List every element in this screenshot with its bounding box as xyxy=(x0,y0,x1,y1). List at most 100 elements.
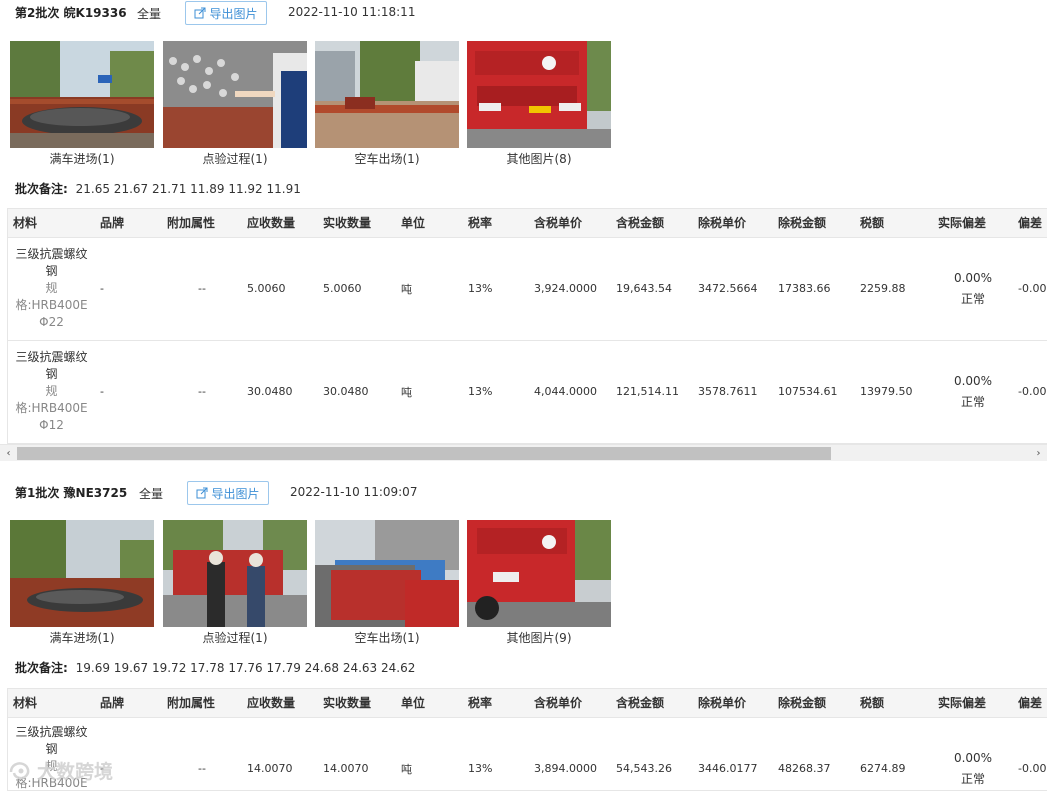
tax-cell: 13979.50 xyxy=(855,340,933,443)
photo-caption: 满车进场(1) xyxy=(49,152,115,166)
amount-net-cell: 17383.66 xyxy=(773,237,855,341)
column-header: 税额 xyxy=(855,209,933,238)
watermark-logo-icon xyxy=(9,761,30,779)
photo-empty-truck-exit[interactable]: 空车出场(1) xyxy=(315,520,459,646)
column-header: 品牌 xyxy=(95,209,162,238)
photo-other[interactable]: 其他图片(9) xyxy=(467,520,611,646)
remark-value: 21.65 21.67 21.71 11.89 11.92 11.91 xyxy=(75,182,301,196)
material-cell: 三级抗震螺纹钢 规格:HRB400E Φ22 xyxy=(8,237,95,341)
column-header: 材料 xyxy=(8,689,95,718)
photo-thumbnail[interactable] xyxy=(163,41,307,148)
watermark: 大数跨境 xyxy=(8,757,113,784)
material-name: 三级抗震螺纹钢 xyxy=(15,247,88,278)
photo-inspection-process[interactable]: 点验过程(1) xyxy=(163,41,307,167)
batch-remark: 批次备注: 19.69 19.67 19.72 17.78 17.76 17.7… xyxy=(15,659,415,676)
export-images-label: 导出图片 xyxy=(209,6,258,21)
batch-title: 第1批次 豫NE3725 xyxy=(15,485,128,500)
export-icon xyxy=(196,487,208,499)
tax-cell: 2259.88 xyxy=(855,237,933,341)
column-header: 实际偏差 xyxy=(933,209,1013,238)
column-header: 含税金额 xyxy=(611,689,693,718)
photo-inspection-process[interactable]: 点验过程(1) xyxy=(163,520,307,646)
attr-cell: -- xyxy=(162,237,242,341)
batch-time: 2022-11-10 11:18:11 xyxy=(288,5,416,19)
column-header: 单位 xyxy=(396,209,463,238)
photo-thumbnail[interactable] xyxy=(10,520,154,627)
amount-tax-cell: 121,514.11 xyxy=(611,340,693,443)
due-qty-cell: 14.0070 xyxy=(242,717,318,790)
column-header: 税额 xyxy=(855,689,933,718)
export-images-button[interactable]: 导出图片 xyxy=(185,1,267,25)
batch-header: 第2批次 皖K19336 xyxy=(15,0,127,24)
tax-rate-cell: 13% xyxy=(463,237,529,341)
scroll-right-icon[interactable]: › xyxy=(1030,445,1047,462)
recv-qty-cell: 30.0480 xyxy=(318,340,396,443)
photo-other[interactable]: 其他图片(8) xyxy=(467,41,611,167)
batch-time: 2022-11-10 11:09:07 xyxy=(290,485,418,499)
table-row: 三级抗震螺纹钢 规格:HRB400E Φ22 - -- 5.0060 5.0060… xyxy=(8,237,1047,341)
amount-net-cell: 48268.37 xyxy=(773,717,855,790)
photo-caption: 点验过程(1) xyxy=(202,631,268,645)
price-tax-cell: 3,894.0000 xyxy=(529,717,611,790)
amount-tax-cell: 54,543.26 xyxy=(611,717,693,790)
column-header: 应收数量 xyxy=(242,689,318,718)
photo-thumbnail[interactable] xyxy=(467,41,611,148)
brand-cell: - xyxy=(95,340,162,443)
export-icon xyxy=(194,7,206,19)
due-qty-cell: 30.0480 xyxy=(242,340,318,443)
photo-thumbnail[interactable] xyxy=(163,520,307,627)
deviation-percent: 0.00% xyxy=(953,270,993,285)
column-header: 材料 xyxy=(8,209,95,238)
tax-rate-cell: 13% xyxy=(463,340,529,443)
deviation-status: 正常 xyxy=(960,291,985,306)
tax-cell: 6274.89 xyxy=(855,717,933,790)
attr-cell: -- xyxy=(162,717,242,790)
photo-caption: 点验过程(1) xyxy=(202,152,268,166)
column-header: 实收数量 xyxy=(318,689,396,718)
batch-title: 第2批次 皖K19336 xyxy=(15,5,127,20)
deviation-status: 正常 xyxy=(960,394,985,409)
scroll-left-icon[interactable]: ‹ xyxy=(0,445,17,462)
export-images-button[interactable]: 导出图片 xyxy=(187,481,269,505)
column-header: 应收数量 xyxy=(242,209,318,238)
material-spec: 规格:HRB400E Φ12 xyxy=(15,384,88,432)
photo-empty-truck-exit[interactable]: 空车出场(1) xyxy=(315,41,459,167)
amount-tax-cell: 19,643.54 xyxy=(611,237,693,341)
batch-qty-label: 全量 xyxy=(139,487,164,501)
column-header: 附加属性 xyxy=(162,689,242,718)
watermark-text: 大数跨境 xyxy=(37,761,114,783)
remark-label: 批次备注: xyxy=(15,182,68,196)
photo-full-truck-entry[interactable]: 满车进场(1) xyxy=(10,41,154,167)
tax-rate-cell: 13% xyxy=(463,717,529,790)
table-header-row: 材料 品牌 附加属性 应收数量 实收数量 单位 税率 含税单价 含税金额 除税单… xyxy=(8,209,1047,238)
column-header: 品牌 xyxy=(95,689,162,718)
column-header: 含税单价 xyxy=(529,689,611,718)
price-tax-cell: 4,044.0000 xyxy=(529,340,611,443)
deviation-cell: 0.00% 正常 xyxy=(933,237,1013,341)
column-header: 除税单价 xyxy=(693,209,773,238)
column-header: 含税金额 xyxy=(611,209,693,238)
export-images-label: 导出图片 xyxy=(211,486,260,501)
amount-net-cell: 107534.61 xyxy=(773,340,855,443)
column-header: 税率 xyxy=(463,689,529,718)
materials-table: 材料 品牌 附加属性 应收数量 实收数量 单位 税率 含税单价 含税金额 除税单… xyxy=(7,688,1047,791)
photo-caption: 空车出场(1) xyxy=(354,152,420,166)
photo-full-truck-entry[interactable]: 满车进场(1) xyxy=(10,520,154,646)
photo-caption: 空车出场(1) xyxy=(354,631,420,645)
horizontal-scrollbar[interactable]: ‹ › xyxy=(0,444,1047,461)
photo-thumbnail[interactable] xyxy=(315,520,459,627)
attr-cell: -- xyxy=(162,340,242,443)
deviation2-cell: -0.00 xyxy=(1013,340,1047,443)
material-cell: 三级抗震螺纹钢 规格:HRB400E Φ12 xyxy=(8,340,95,443)
price-net-cell: 3578.7611 xyxy=(693,340,773,443)
column-header: 偏差 xyxy=(1013,209,1047,238)
unit-cell: 吨 xyxy=(396,237,463,341)
recv-qty-cell: 14.0070 xyxy=(318,717,396,790)
photo-thumbnail[interactable] xyxy=(467,520,611,627)
deviation2-cell: -0.00 xyxy=(1013,237,1047,341)
photo-thumbnail[interactable] xyxy=(10,41,154,148)
photo-thumbnail[interactable] xyxy=(315,41,459,148)
material-name: 三级抗震螺纹钢 xyxy=(15,350,88,381)
recv-qty-cell: 5.0060 xyxy=(318,237,396,341)
scrollbar-thumb[interactable] xyxy=(17,447,831,460)
